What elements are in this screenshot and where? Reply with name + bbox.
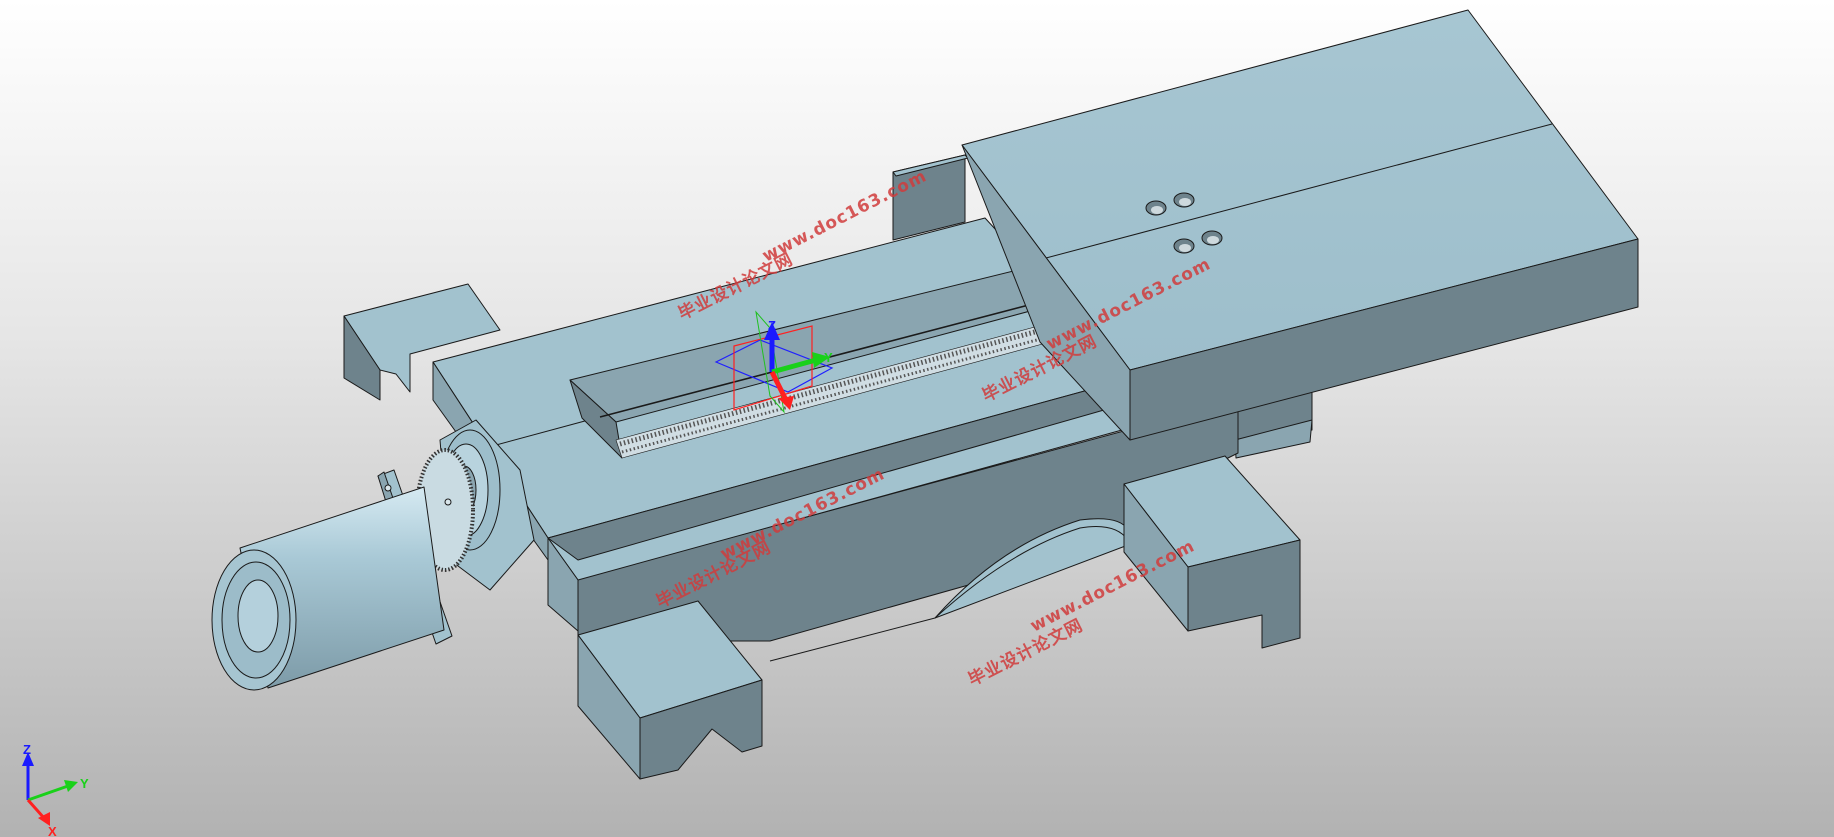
cad-assembly[interactable] <box>211 9 1639 780</box>
triad-y-label: Y <box>824 350 833 365</box>
graphics-viewport[interactable]: Z Y 毕业设计论文网 www.doc163.com 毕业设计论文网 www.d… <box>0 0 1834 837</box>
cad-scene[interactable]: Z Y 毕业设计论文网 www.doc163.com 毕业设计论文网 www.d… <box>0 0 1834 837</box>
triad-z-label: Z <box>768 318 776 333</box>
motor-assembly[interactable] <box>211 419 535 691</box>
corner-y-axis <box>27 784 69 802</box>
right-foot[interactable] <box>1123 455 1301 649</box>
corner-x-label: X <box>48 824 57 837</box>
corner-y-label: Y <box>80 776 89 791</box>
view-orientation-icon[interactable]: Z Y X <box>22 742 89 837</box>
corner-z-label: Z <box>23 742 31 757</box>
watermark-cn-4: 毕业设计论文网 <box>965 615 1087 691</box>
corner-x-axis <box>26 799 46 819</box>
